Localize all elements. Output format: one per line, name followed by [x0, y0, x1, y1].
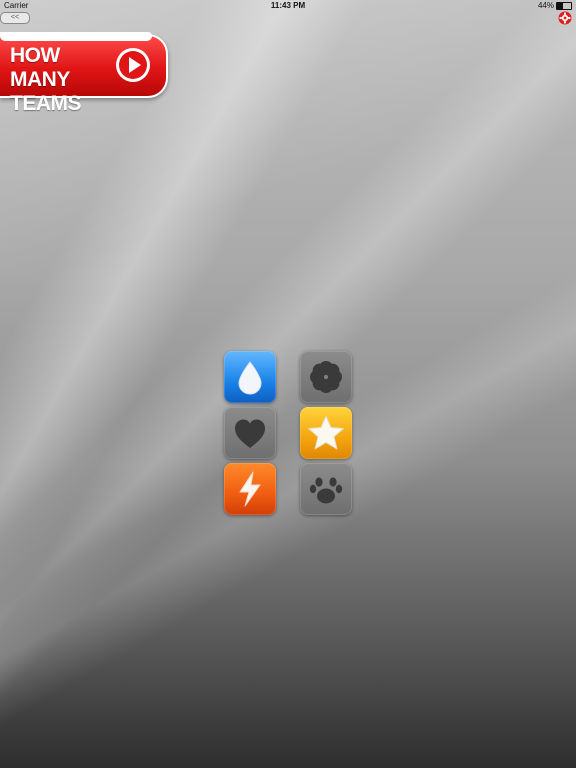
- lightning-icon: [239, 471, 261, 507]
- back-button[interactable]: <<: [0, 12, 30, 24]
- how-many-teams-button[interactable]: HOW MANY TEAMS: [0, 32, 168, 115]
- paw-icon: [309, 477, 343, 504]
- status-bar: Carrier 11:43 PM 44%: [0, 0, 576, 12]
- banner-label: HOW MANY TEAMS: [10, 44, 82, 115]
- gear-icon: [558, 11, 572, 25]
- team-tile-paw[interactable]: [300, 463, 352, 515]
- battery-percent: 44%: [537, 1, 554, 10]
- team-tile-star[interactable]: [300, 407, 352, 459]
- heart-icon: [235, 419, 265, 448]
- team-tile-water[interactable]: [224, 351, 276, 403]
- team-tile-flower[interactable]: [300, 351, 352, 403]
- banner-snow-decoration: [0, 32, 152, 41]
- star-icon: [308, 415, 344, 450]
- team-tile-heart[interactable]: [224, 407, 276, 459]
- status-time: 11:43 PM: [270, 1, 306, 10]
- battery-icon: [556, 2, 572, 10]
- play-icon: [116, 48, 150, 82]
- team-tile-lightning[interactable]: [224, 463, 276, 515]
- water-drop-icon: [238, 361, 262, 395]
- settings-button[interactable]: [558, 11, 572, 25]
- flower-icon: [310, 361, 342, 393]
